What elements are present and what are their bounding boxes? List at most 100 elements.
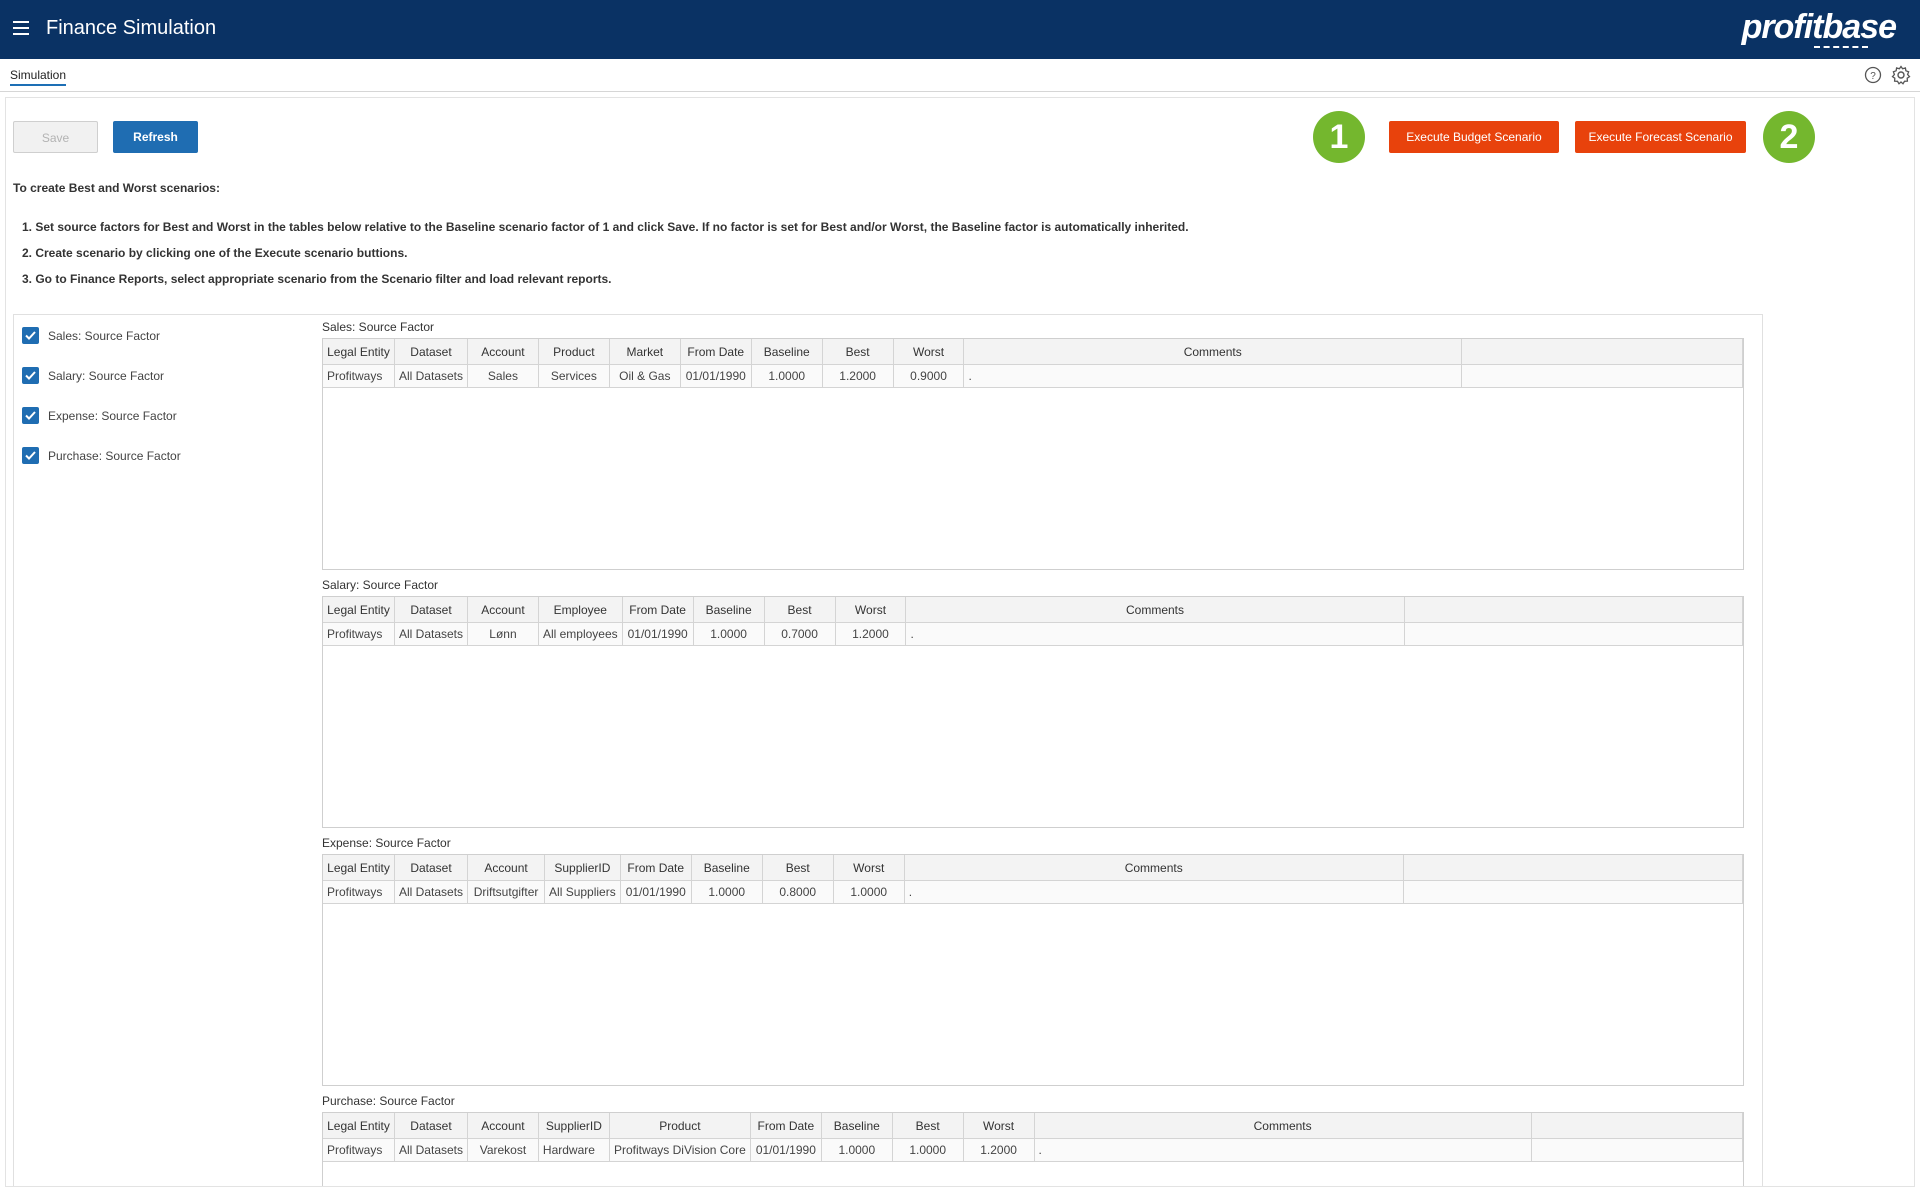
table-cell[interactable]: 0.8000 — [762, 880, 834, 904]
checkbox-checked-icon[interactable] — [22, 407, 39, 424]
table-cell[interactable]: Profitways — [323, 880, 395, 904]
column-header[interactable]: Comments — [963, 339, 1462, 365]
sales-grid: Legal Entity Dataset Account Product Mar… — [322, 338, 1744, 570]
table-cell[interactable]: 1.0000 — [751, 364, 823, 388]
table-cell[interactable]: 1.0000 — [833, 880, 905, 904]
table-cell[interactable]: Sales — [467, 364, 539, 388]
table-row[interactable]: Profitways All Datasets Varekost Hardwar… — [323, 1138, 1744, 1162]
column-header-spacer — [1404, 597, 1744, 623]
help-icon[interactable]: ? — [1864, 66, 1882, 84]
table-cell[interactable]: Profitways — [323, 1138, 395, 1162]
execute-budget-scenario-button[interactable]: Execute Budget Scenario — [1389, 121, 1559, 153]
table-cell[interactable]: 1.2000 — [835, 622, 907, 646]
column-header[interactable]: Legal Entity — [323, 855, 395, 881]
column-header[interactable]: Product — [538, 339, 610, 365]
column-header[interactable]: Best — [892, 1113, 964, 1139]
column-header[interactable]: SupplierID — [544, 855, 621, 881]
table-row[interactable]: Profitways All Datasets Sales Services O… — [323, 364, 1744, 388]
table-cell[interactable]: Services — [538, 364, 610, 388]
table-cell[interactable]: 1.0000 — [693, 622, 765, 646]
table-cell[interactable]: Hardware — [538, 1138, 610, 1162]
column-header[interactable]: Best — [762, 855, 834, 881]
column-header[interactable]: Account — [467, 855, 546, 881]
table-row[interactable]: Profitways All Datasets Lønn All employe… — [323, 622, 1744, 646]
column-header[interactable]: Baseline — [693, 597, 765, 623]
column-header[interactable]: Comments — [1034, 1113, 1532, 1139]
table-cell[interactable]: Lønn — [467, 622, 539, 646]
table-cell-spacer — [1461, 364, 1744, 388]
table-cell[interactable]: All Suppliers — [544, 880, 621, 904]
table-cell[interactable]: All employees — [538, 622, 623, 646]
table-cell[interactable]: 01/01/1990 — [620, 880, 692, 904]
table-cell[interactable]: Profitways DiVision Core — [609, 1138, 751, 1162]
table-cell[interactable]: All Datasets — [394, 622, 469, 646]
column-header[interactable]: Employee — [538, 597, 623, 623]
column-header[interactable]: Dataset — [394, 597, 469, 623]
table-cell[interactable]: . — [963, 364, 1462, 388]
column-header[interactable]: Legal Entity — [323, 339, 395, 365]
table-cell[interactable]: . — [905, 622, 1405, 646]
column-header[interactable]: Baseline — [821, 1113, 893, 1139]
column-header[interactable]: Worst — [963, 1113, 1035, 1139]
table-cell[interactable]: 0.7000 — [764, 622, 836, 646]
column-header[interactable]: Baseline — [751, 339, 823, 365]
menu-icon[interactable] — [13, 21, 29, 35]
column-header[interactable]: From Date — [750, 1113, 822, 1139]
table-cell[interactable]: . — [1034, 1138, 1532, 1162]
refresh-button[interactable]: Refresh — [113, 121, 198, 153]
table-cell[interactable]: Varekost — [467, 1138, 539, 1162]
column-header[interactable]: Comments — [904, 855, 1404, 881]
column-header[interactable]: From Date — [680, 339, 752, 365]
checkbox-checked-icon[interactable] — [22, 367, 39, 384]
column-header[interactable]: From Date — [620, 855, 692, 881]
column-header[interactable]: Comments — [905, 597, 1405, 623]
table-row[interactable]: Profitways All Datasets Driftsutgifter A… — [323, 880, 1743, 904]
column-header[interactable]: Legal Entity — [323, 1113, 395, 1139]
table-cell[interactable]: Profitways — [323, 364, 395, 388]
column-header[interactable]: Dataset — [394, 1113, 469, 1139]
table-cell[interactable]: 01/01/1990 — [680, 364, 752, 388]
table-cell[interactable]: . — [904, 880, 1404, 904]
column-header[interactable]: SupplierID — [538, 1113, 610, 1139]
save-button[interactable]: Save — [13, 121, 98, 153]
checkbox-checked-icon[interactable] — [22, 447, 39, 464]
column-header[interactable]: Dataset — [394, 855, 469, 881]
column-header[interactable]: Dataset — [394, 339, 469, 365]
table-cell[interactable]: Oil & Gas — [609, 364, 681, 388]
table-cell[interactable]: 1.0000 — [691, 880, 763, 904]
column-header[interactable]: From Date — [622, 597, 694, 623]
table-cell[interactable]: Driftsutgifter — [467, 880, 546, 904]
table-cell[interactable]: All Datasets — [394, 880, 469, 904]
column-header[interactable]: Baseline — [691, 855, 763, 881]
tab-simulation[interactable]: Simulation — [10, 68, 67, 86]
column-header[interactable]: Best — [764, 597, 836, 623]
column-header[interactable]: Product — [609, 1113, 751, 1139]
column-header[interactable]: Best — [822, 339, 894, 365]
table-cell[interactable]: 1.0000 — [821, 1138, 893, 1162]
salary-table: Legal Entity Dataset Account Employee Fr… — [323, 597, 1744, 646]
column-header[interactable]: Worst — [835, 597, 907, 623]
column-header[interactable]: Worst — [893, 339, 965, 365]
execute-forecast-scenario-button[interactable]: Execute Forecast Scenario — [1575, 121, 1746, 153]
column-header[interactable]: Worst — [833, 855, 905, 881]
table-cell[interactable]: All Datasets — [394, 1138, 469, 1162]
table-cell[interactable]: 1.0000 — [892, 1138, 964, 1162]
checkbox-label: Sales: Source Factor — [48, 329, 161, 343]
column-header[interactable]: Account — [467, 339, 539, 365]
column-header[interactable]: Legal Entity — [323, 597, 395, 623]
column-header[interactable]: Market — [609, 339, 681, 365]
table-cell[interactable]: 01/01/1990 — [622, 622, 694, 646]
table-cell[interactable]: Profitways — [323, 622, 395, 646]
instructions-heading: To create Best and Worst scenarios: — [13, 181, 220, 195]
gear-icon[interactable] — [1891, 65, 1911, 85]
column-header[interactable]: Account — [467, 597, 539, 623]
checkbox-checked-icon[interactable] — [22, 327, 39, 344]
table-cell[interactable]: 01/01/1990 — [750, 1138, 822, 1162]
column-header[interactable]: Account — [467, 1113, 539, 1139]
table-cell[interactable]: All Datasets — [394, 364, 469, 388]
table-cell[interactable]: 0.9000 — [893, 364, 965, 388]
expense-grid: Legal Entity Dataset Account SupplierID … — [322, 854, 1744, 1086]
table-cell-spacer — [1403, 880, 1743, 904]
table-cell[interactable]: 1.2000 — [963, 1138, 1035, 1162]
table-cell[interactable]: 1.2000 — [822, 364, 894, 388]
